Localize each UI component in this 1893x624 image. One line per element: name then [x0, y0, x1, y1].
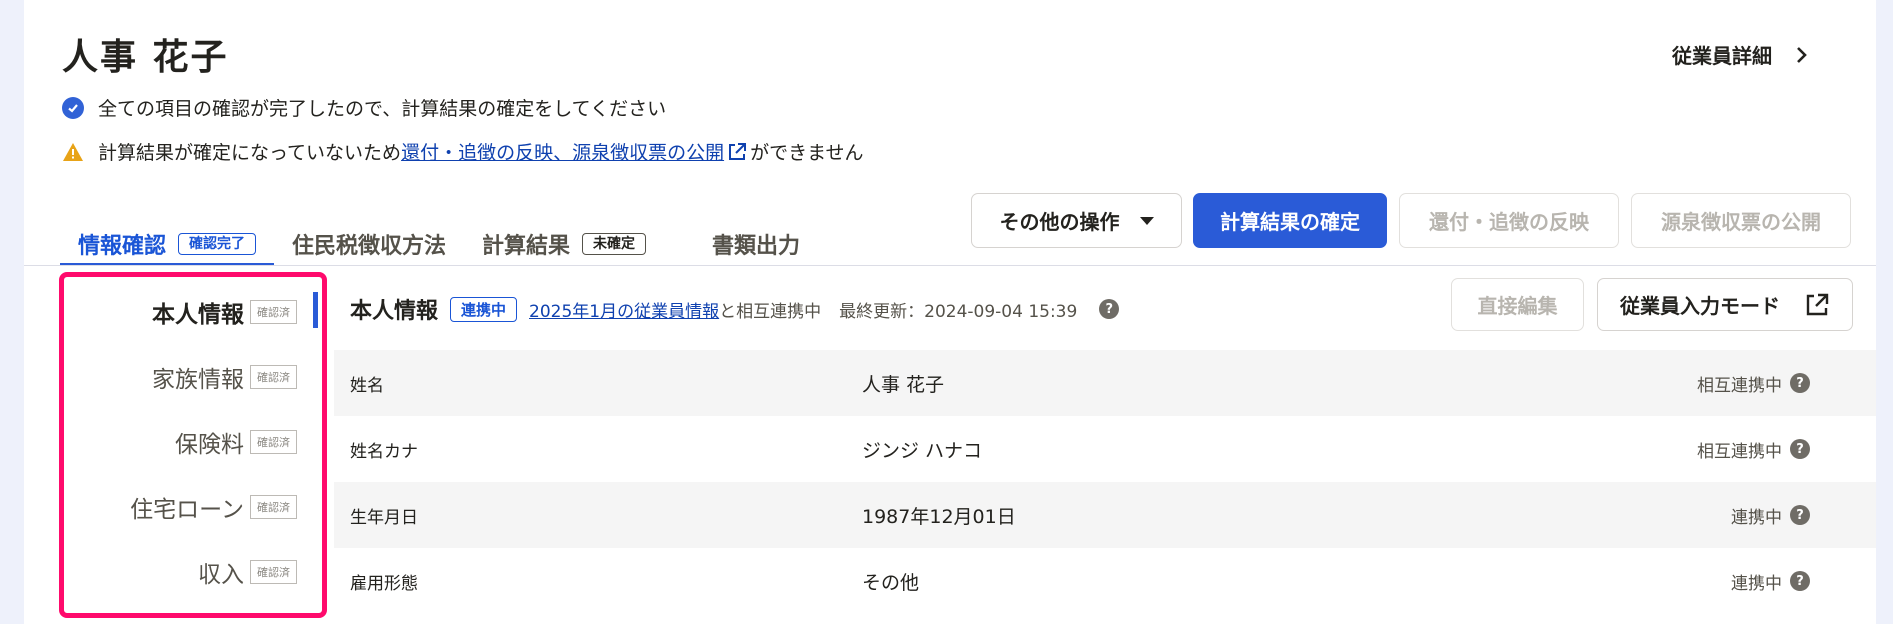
linked-employee-info-link[interactable]: 2025年1月の従業員情報 [529, 297, 719, 322]
side-nav-item-personal[interactable]: 本人情報 確認済 [152, 295, 297, 329]
confirm-result-button[interactable]: 計算結果の確定 [1193, 193, 1387, 248]
nav-label: 保険料 [175, 432, 244, 458]
warning-suffix: ができません [750, 142, 864, 164]
employee-name: 人事 花子 [62, 37, 229, 78]
nav-label: 家族情報 [152, 367, 244, 393]
tab-info-check[interactable]: 情報確認 確認完了 [60, 222, 275, 266]
tab-label: 住民税徴収方法 [292, 234, 447, 259]
info-message-text: 全ての項目の確認が完了したので、計算結果の確定をしてください [98, 98, 667, 120]
row-value: ジンジ ハナコ [862, 439, 983, 462]
caret-down-icon [1139, 216, 1154, 225]
last-updated: 最終更新：2024-09-04 15:39 [839, 301, 1078, 322]
row-label: 姓名 [350, 375, 384, 396]
row-status-text: 連携中 [1731, 573, 1782, 594]
row-status: 連携中 ? [1731, 569, 1810, 594]
side-nav-item-insurance[interactable]: 保険料 確認済 [175, 425, 297, 459]
side-nav-item-housing-loan[interactable]: 住宅ローン 確認済 [130, 490, 297, 524]
link-status-badge: 連携中 [450, 296, 518, 322]
external-link-icon [729, 142, 747, 160]
external-link-icon [1806, 293, 1829, 315]
nav-badge: 確認済 [250, 495, 297, 519]
personal-info-table: 姓名 人事 花子 相互連携中 ? 姓名カナ ジンジ ハナコ 相互連携中 ? 生年… [334, 350, 1876, 614]
tab-divider [24, 265, 1876, 266]
tab-bar: 情報確認 確認完了 住民税徴収方法 計算結果 未確定 書類出力 [60, 222, 818, 266]
side-nav-item-family[interactable]: 家族情報 確認済 [152, 360, 297, 394]
row-value: 人事 花子 [862, 373, 945, 396]
row-status-text: 相互連携中 [1697, 441, 1782, 462]
nav-badge: 確認済 [250, 560, 297, 584]
tab-calc-result[interactable]: 計算結果 未確定 [464, 222, 664, 266]
nav-label: 住宅ローン [130, 497, 244, 523]
warning-link[interactable]: 還付・追徴の反映、源泉徴収票の公開 [401, 138, 724, 165]
nav-badge: 確認済 [250, 430, 297, 454]
row-status-text: 連携中 [1731, 507, 1782, 528]
help-icon[interactable]: ? [1790, 571, 1810, 591]
tab-resident-tax[interactable]: 住民税徴収方法 [274, 222, 464, 266]
nav-label: 本人情報 [152, 302, 244, 328]
employee-input-mode-label: 従業員入力モード [1620, 294, 1780, 318]
help-icon[interactable]: ? [1790, 505, 1810, 525]
active-nav-indicator [313, 292, 318, 328]
tab-label: 計算結果 [482, 234, 571, 259]
publish-slip-button[interactable]: 源泉徴収票の公開 [1631, 193, 1851, 248]
main-panel: 人事 花子 従業員詳細 全ての項目の確認が完了したので、計算結果の確定をしてくだ… [24, 0, 1876, 624]
info-message: 全ての項目の確認が完了したので、計算結果の確定をしてください [62, 94, 666, 121]
row-label: 雇用形態 [350, 573, 418, 594]
row-value: 1987年12月01日 [862, 505, 1016, 528]
tab-label: 書類出力 [712, 234, 801, 259]
help-icon[interactable]: ? [1099, 299, 1120, 319]
table-row: 姓名 人事 花子 相互連携中 ? [334, 350, 1876, 416]
table-row: 雇用形態 その他 連携中 ? [334, 548, 1876, 614]
chevron-right-icon [1797, 46, 1807, 63]
warning-message: 計算結果が確定になっていないため 還付・追徴の反映、源泉徴収票の公開 ができませ… [62, 138, 864, 165]
nav-label: 収入 [198, 562, 244, 588]
row-status: 相互連携中 ? [1697, 437, 1810, 462]
help-icon[interactable]: ? [1790, 439, 1810, 459]
warning-prefix: 計算結果が確定になっていないため [98, 142, 402, 164]
employee-detail-link[interactable]: 従業員詳細 [1672, 40, 1808, 69]
row-status: 連携中 ? [1731, 503, 1810, 528]
section-header: 本人情報 連携中 2025年1月の従業員情報 と相互連携中 最終更新：2024-… [350, 293, 1120, 325]
warning-icon [63, 142, 83, 161]
tab-label: 情報確認 [78, 234, 167, 259]
tab-badge: 未確定 [582, 233, 647, 255]
employee-input-mode-button[interactable]: 従業員入力モード [1597, 278, 1853, 331]
table-row: 姓名カナ ジンジ ハナコ 相互連携中 ? [334, 416, 1876, 482]
direct-edit-button[interactable]: 直接編集 [1451, 278, 1584, 331]
nav-badge: 確認済 [250, 300, 297, 324]
row-label: 生年月日 [350, 507, 418, 528]
link-suffix: と相互連携中 [719, 301, 822, 322]
row-label: 姓名カナ [350, 441, 418, 462]
row-status: 相互連携中 ? [1697, 371, 1810, 396]
tab-documents[interactable]: 書類出力 [694, 222, 818, 266]
refund-reflect-button[interactable]: 還付・追徴の反映 [1399, 193, 1619, 248]
check-circle-icon [62, 96, 84, 119]
other-actions-label: その他の操作 [999, 210, 1120, 234]
side-nav: 本人情報 確認済 家族情報 確認済 保険料 確認済 住宅ローン 確認済 収入 確… [59, 272, 327, 618]
nav-badge: 確認済 [250, 365, 297, 389]
row-value: その他 [862, 571, 920, 594]
help-icon[interactable]: ? [1790, 373, 1810, 393]
employee-detail-label: 従業員詳細 [1672, 44, 1772, 68]
other-actions-dropdown[interactable]: その他の操作 [971, 193, 1182, 248]
section-title: 本人情報 [350, 299, 439, 324]
tab-badge: 確認完了 [178, 233, 257, 255]
row-status-text: 相互連携中 [1697, 375, 1782, 396]
side-nav-item-income[interactable]: 収入 確認済 [198, 555, 297, 589]
table-row: 生年月日 1987年12月01日 連携中 ? [334, 482, 1876, 548]
